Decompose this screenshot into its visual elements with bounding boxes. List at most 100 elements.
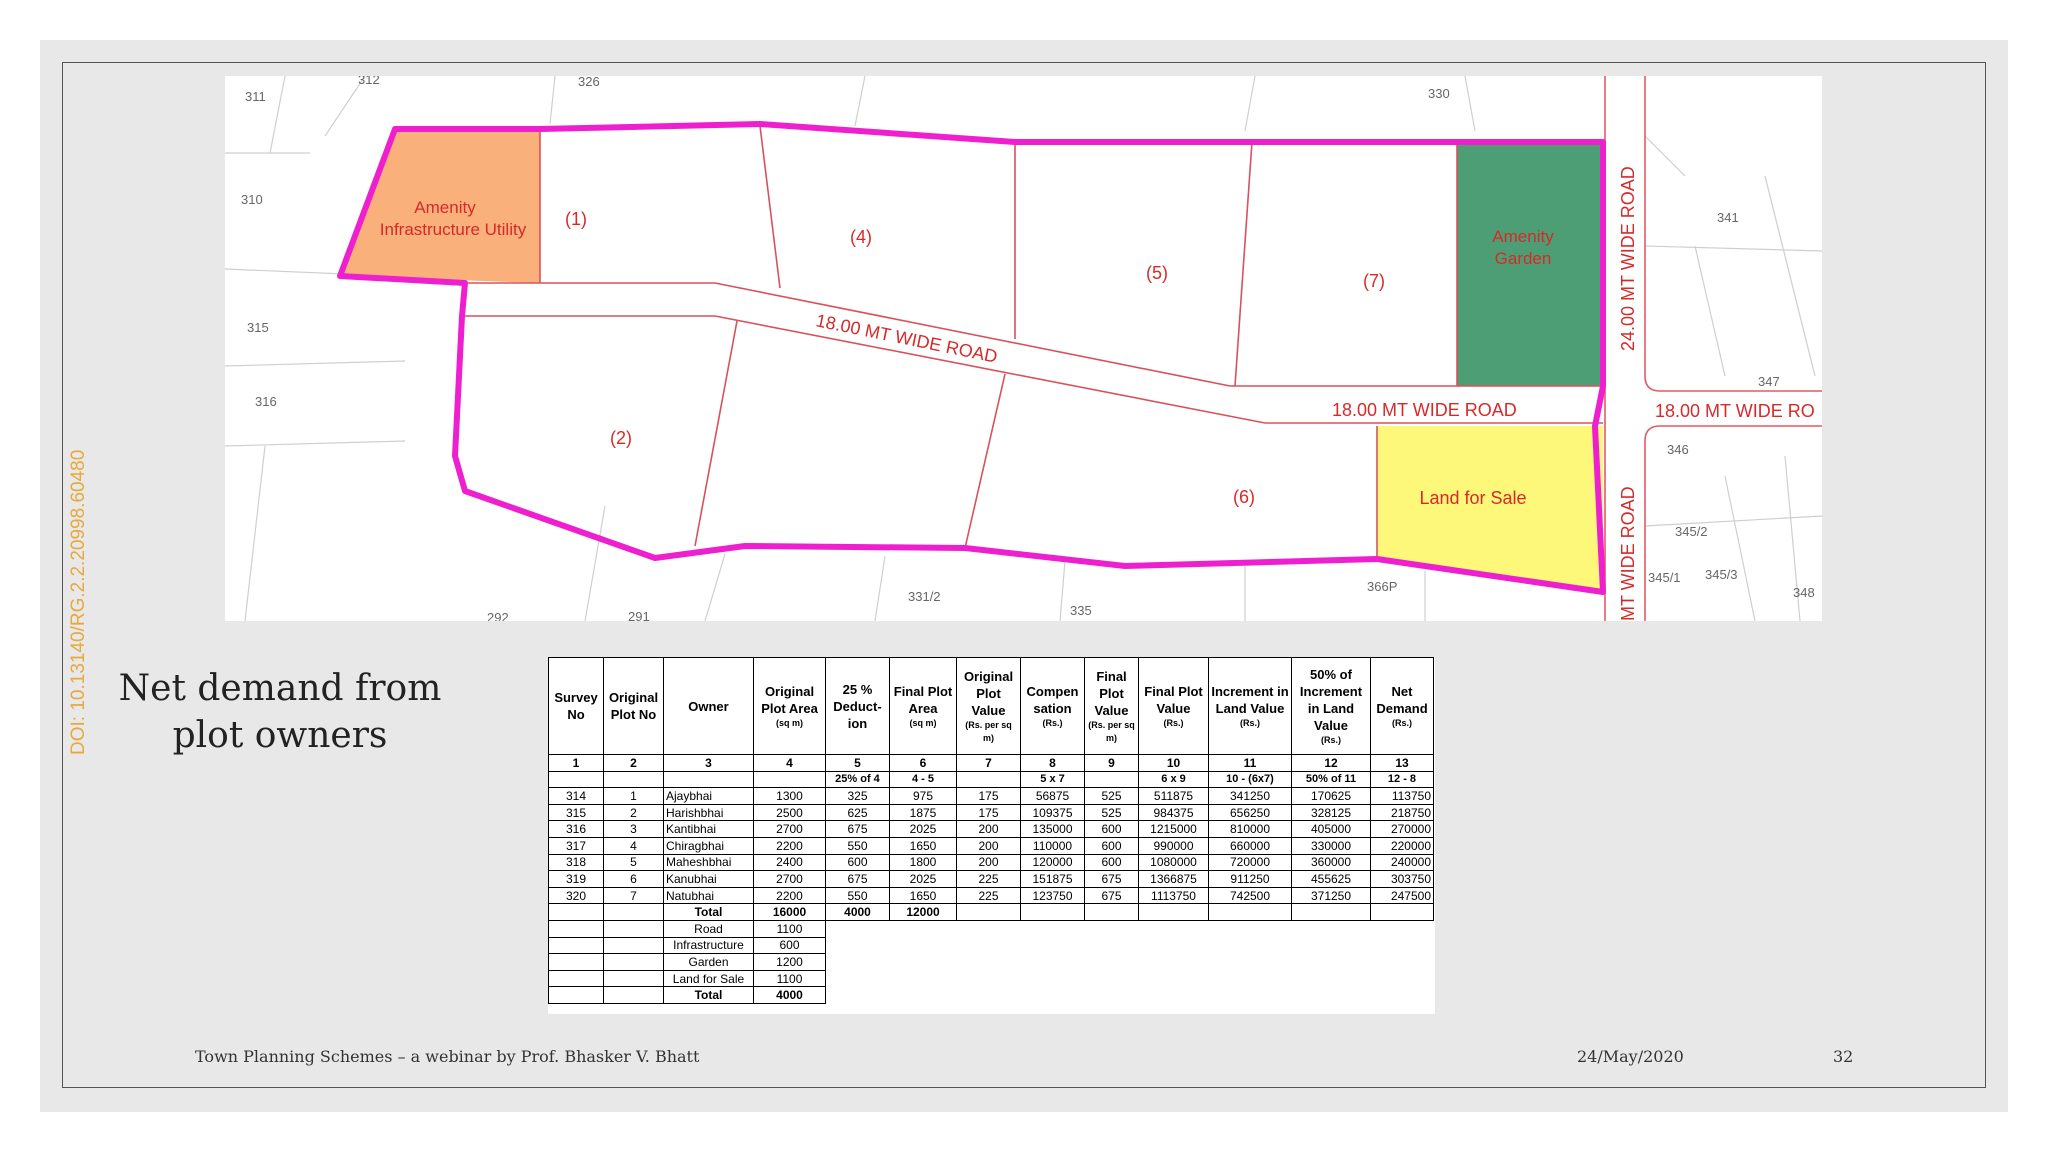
table-cell: 3	[603, 820, 664, 838]
blank-cell	[1371, 920, 1434, 937]
deduction-total-value: 4000	[753, 986, 826, 1004]
blank-cell	[1085, 970, 1139, 987]
header-unit: (Rs.)	[1240, 717, 1260, 728]
road-label-diagonal: 18.00 MT WIDE ROAD	[814, 310, 999, 366]
column-number-cell: 7	[956, 754, 1021, 772]
deduction-value: 1100	[753, 919, 826, 938]
table-cell: 1300	[753, 787, 826, 805]
plot-label-7: (7)	[1363, 271, 1385, 291]
table-cell: 110000	[1020, 836, 1085, 855]
table-cell: 175	[956, 787, 1021, 805]
table-cell: 2500	[753, 803, 826, 822]
column-number-cell: 8	[1020, 754, 1085, 772]
survey-331-2: 331/2	[908, 589, 941, 604]
amenity-garden-label-line2: Garden	[1495, 249, 1552, 268]
header-text: 50% of Increment in Land Value	[1299, 666, 1363, 733]
header-unit: (Rs. per sq m)	[1088, 719, 1135, 743]
plot-label-5: (5)	[1146, 263, 1168, 283]
blank-cell	[1021, 987, 1085, 1004]
table-header-cell: Increment in Land Value (Rs.)	[1208, 657, 1292, 755]
table-cell: 170625	[1291, 787, 1371, 805]
total-label: Total	[663, 903, 754, 921]
deduction-row: Garden 1200	[548, 953, 1434, 971]
column-number-cell: 6	[889, 754, 957, 772]
table-cell: 405000	[1291, 820, 1371, 838]
blank-cell	[890, 937, 957, 954]
table-cell: 656250	[1208, 803, 1292, 822]
table-cell: 2200	[753, 836, 826, 855]
table-cell: 151875	[1020, 870, 1085, 888]
table-cell: 984375	[1138, 803, 1209, 822]
empty-cell	[548, 936, 604, 955]
table-cell: 660000	[1208, 836, 1292, 855]
table-cell: 1650	[889, 886, 957, 905]
blank-cell	[1209, 937, 1292, 954]
table-header-cell: Survey No	[548, 657, 604, 755]
blank-cell	[1371, 954, 1434, 971]
table-cell: 371250	[1291, 886, 1371, 905]
table-header-cell: Net Demand (Rs.)	[1370, 657, 1434, 755]
survey-291: 291	[628, 609, 650, 621]
header-unit: (sq m)	[909, 717, 937, 728]
table-cell: 120000	[1020, 853, 1085, 872]
blank-cell	[1371, 987, 1434, 1004]
total-final-area: 12000	[889, 903, 957, 921]
table-cell: 2400	[753, 853, 826, 872]
header-text: Survey No	[554, 690, 598, 722]
blank-cell	[826, 954, 890, 971]
blank-cell	[1085, 920, 1139, 937]
road-label-right: 18.00 MT WIDE RO	[1655, 401, 1815, 421]
slide-title: Net demand from plot owners	[118, 668, 442, 756]
table-cell: Ajaybhai	[663, 787, 754, 805]
blank-cell	[890, 954, 957, 971]
net-demand-table-container: Survey No Original Plot No Owner Original P…	[548, 657, 1435, 1014]
plot-label-2: (2)	[610, 428, 632, 448]
formula-cell	[548, 770, 604, 789]
header-text: Owner	[688, 698, 729, 714]
map-svg: 311 312 326 330 310 315 316 341 347 346 …	[225, 76, 1822, 621]
table-cell: 455625	[1291, 870, 1371, 888]
deduction-label: Infrastructure	[663, 936, 754, 955]
empty-cell	[1208, 903, 1292, 921]
survey-330: 330	[1428, 86, 1450, 101]
formula-cell: 50% of 11	[1291, 770, 1371, 789]
blank-cell	[1209, 987, 1292, 1004]
blank-cell	[1209, 970, 1292, 987]
table-cell: 5	[603, 853, 664, 872]
table-cell: 1800	[889, 853, 957, 872]
table-header-cell: Original Plot No	[603, 657, 664, 755]
table-cell: 1080000	[1138, 853, 1209, 872]
blank-cell	[957, 954, 1021, 971]
blank-cell	[1292, 987, 1371, 1004]
footer-presentation-title: Town Planning Schemes – a webinar by Pro…	[195, 1047, 700, 1066]
survey-341: 341	[1717, 210, 1739, 225]
table-cell: 625	[825, 803, 890, 822]
amenity-garden-label-line1: Amenity	[1492, 227, 1554, 246]
table-row: 319 6 Kanubhai 2700 675 2025 225 151875 675 13668…	[548, 870, 1434, 888]
column-number-cell: 5	[825, 754, 890, 772]
deduction-label: Land for Sale	[663, 969, 754, 988]
deduction-row: Land for Sale 1100	[548, 969, 1434, 988]
empty-cell	[1084, 903, 1139, 921]
table-cell: 990000	[1138, 836, 1209, 855]
table-cell: 511875	[1138, 787, 1209, 805]
header-text: Net Demand	[1376, 683, 1428, 716]
plot-label-1: (1)	[565, 209, 587, 229]
table-header-cell: Final Plot Value (Rs. per sq m)	[1084, 657, 1139, 755]
table-cell: 600	[825, 853, 890, 872]
table-cell: 1650	[889, 836, 957, 855]
empty-cell	[1138, 903, 1209, 921]
survey-345-3: 345/3	[1705, 567, 1738, 582]
deduction-total-label: Total	[663, 986, 754, 1004]
table-cell: 600	[1084, 836, 1139, 855]
blank-cell	[1371, 970, 1434, 987]
empty-cell	[603, 919, 664, 938]
empty-cell	[1020, 903, 1085, 921]
header-text: Final Plot Value	[1094, 668, 1129, 718]
table-cell: 2200	[753, 886, 826, 905]
table-cell: 550	[825, 836, 890, 855]
table-cell: 330000	[1291, 836, 1371, 855]
header-unit: (Rs. per sq m)	[965, 719, 1012, 743]
blank-cell	[1021, 970, 1085, 987]
table-cell: Maheshbhai	[663, 853, 754, 872]
